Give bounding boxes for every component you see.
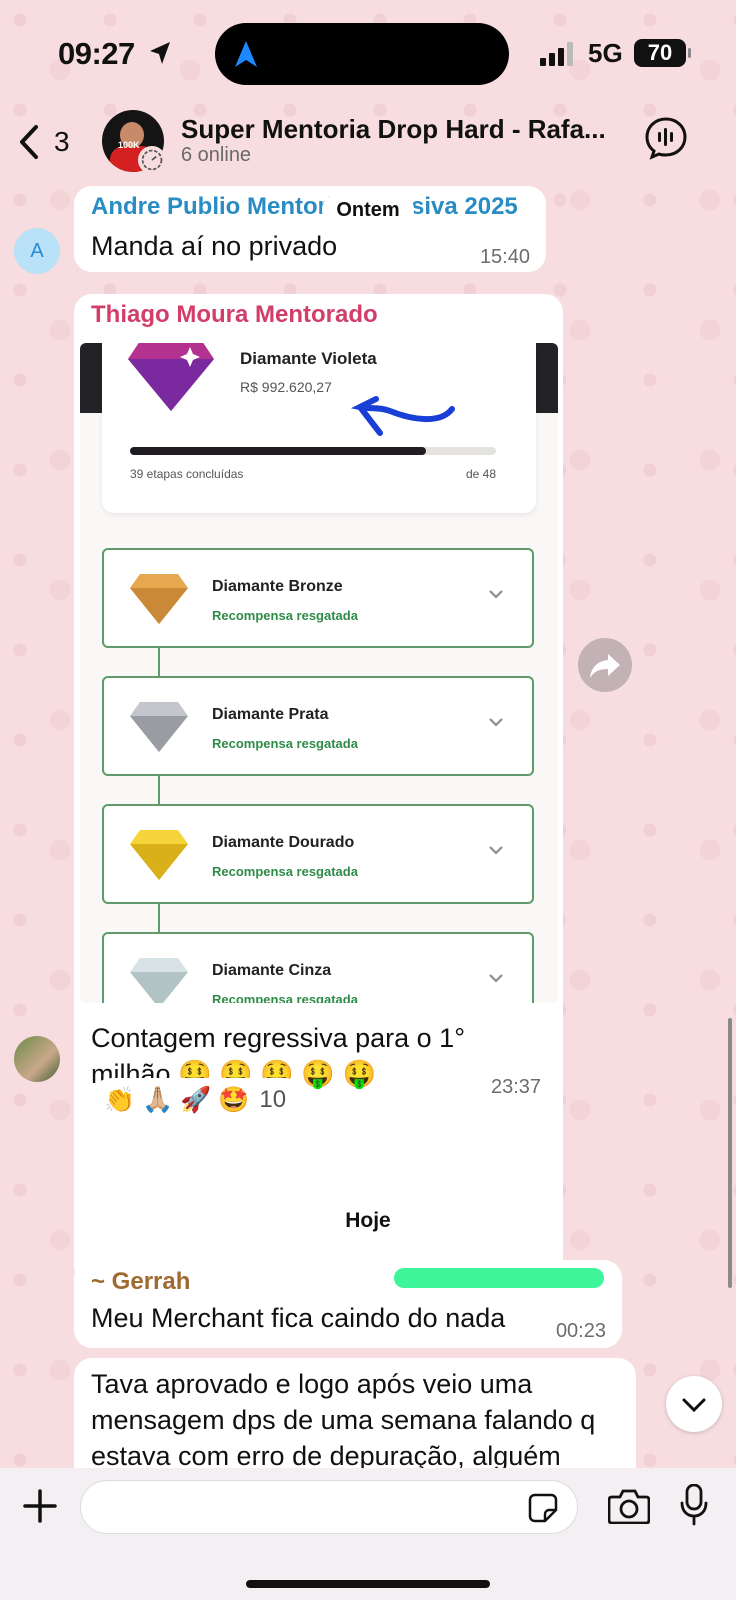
diamond-icon <box>130 830 188 880</box>
steps-completed: 39 etapas concluídas <box>130 467 244 481</box>
tier-status: Recompensa resgatada <box>212 608 358 623</box>
progress-fill <box>130 447 427 455</box>
date-separator-hoje: Hoje <box>285 1204 451 1238</box>
chevron-down-icon <box>682 1398 706 1413</box>
chevron-down-icon <box>489 590 503 599</box>
network-type: 5G <box>588 38 623 68</box>
input-bar <box>0 1468 736 1600</box>
message-image[interactable]: Diamante Violeta R$ 992.620,27 39 etapas… <box>80 343 558 1003</box>
tier-name: Diamante Dourado <box>212 834 355 851</box>
diamond-icon <box>130 702 188 752</box>
unread-count: 3 <box>54 126 70 157</box>
hand-drawn-arrow-icon <box>350 396 455 436</box>
message-time: 00:23 <box>555 1320 606 1342</box>
reaction-count: 10 <box>259 1086 287 1113</box>
tier-status: Recompensa resgatada <box>212 864 358 879</box>
tier-status: Recompensa resgatada <box>212 992 358 1003</box>
avatar[interactable]: A <box>14 228 60 274</box>
tier-status: Recompensa resgatada <box>212 736 358 751</box>
online-status: 6 online <box>181 144 252 166</box>
status-bar: 09:27 5G 70 <box>0 0 736 108</box>
dynamic-island <box>215 23 509 85</box>
tier-card-silver: Diamante Prata Recompensa resgatada <box>102 676 534 776</box>
chevron-down-icon <box>489 718 503 727</box>
top-tier-value: R$ 992.620,27 <box>240 379 332 395</box>
tier-card-bronze: Diamante Bronze Recompensa resgatada <box>102 548 534 648</box>
progress-card: Diamante Violeta R$ 992.620,27 39 etapas… <box>102 343 536 513</box>
scroll-to-bottom-button[interactable] <box>666 1376 722 1432</box>
message-sender: Thiago Moura Mentorado <box>91 301 378 328</box>
tier-connector <box>158 776 160 804</box>
tier-card-gray: Diamante Cinza Recompensa resgatada <box>102 932 534 1003</box>
chat-header: 3 100K Super Mentoria Drop Hard - Rafa..… <box>0 108 736 178</box>
message-bubble-gerrah-2[interactable]: Tava aprovado e logo após veio uma mensa… <box>74 1358 636 1468</box>
redacted-phone <box>394 1268 604 1288</box>
progress-track <box>130 447 496 455</box>
avatar[interactable] <box>14 1036 60 1082</box>
diamond-icon <box>130 958 188 1003</box>
signal-icon <box>540 42 573 66</box>
avatar-logo-text: 100K <box>118 140 140 150</box>
message-text-line-3: estava com erro de depuração, alguém <box>91 1441 561 1468</box>
violet-diamond-icon <box>128 343 214 411</box>
message-time: 15:40 <box>479 246 530 268</box>
tier-name: Diamante Bronze <box>212 578 343 595</box>
message-bubble-gerrah[interactable]: ~ Gerrah Meu Merchant fica caindo do nad… <box>74 1260 622 1348</box>
message-input[interactable] <box>80 1480 578 1534</box>
reaction-emojis: 👏 🙏🏼 🚀 🤩 <box>104 1085 250 1114</box>
message-text: Manda aí no privado <box>91 231 338 261</box>
status-time: 09:27 <box>58 36 135 71</box>
forward-button[interactable] <box>578 638 632 692</box>
battery-indicator: 70 <box>634 39 691 67</box>
date-separator-ontem: Ontem <box>322 195 414 225</box>
plus-icon[interactable] <box>22 1488 58 1524</box>
tier-card-gold: Diamante Dourado Recompensa resgatada <box>102 804 534 904</box>
microphone-icon[interactable] <box>680 1484 708 1526</box>
navigation-arrow-icon <box>235 41 257 67</box>
chevron-down-icon <box>489 846 503 855</box>
camera-icon[interactable] <box>608 1488 650 1524</box>
message-text-line-1: Contagem regressiva para o 1° <box>91 1023 465 1053</box>
diamond-icon <box>130 574 188 624</box>
message-text: Meu Merchant fica caindo do nada <box>91 1303 506 1333</box>
message-time: 23:37 <box>491 1076 542 1098</box>
message-sender: Andre Publio Mentoria Intensiva 2025 <box>91 193 518 220</box>
forward-icon <box>590 654 620 678</box>
message-text-line-2: mensagem dps de uma semana falando q <box>91 1405 596 1435</box>
message-sender: ~ Gerrah <box>91 1268 191 1295</box>
location-arrow-icon <box>150 42 170 64</box>
scrollbar[interactable] <box>728 1018 732 1288</box>
tier-connector <box>158 648 160 676</box>
home-indicator <box>246 1580 490 1588</box>
top-tier-name: Diamante Violeta <box>240 349 377 368</box>
message-bubble-andre[interactable]: Andre Publio Mentoria Intensiva 2025 Man… <box>74 186 546 272</box>
tier-name: Diamante Prata <box>212 706 329 723</box>
tier-connector <box>158 904 160 932</box>
message-text-line-1: Tava aprovado e logo após veio uma <box>91 1369 533 1399</box>
voice-chat-icon[interactable] <box>644 116 688 160</box>
disappearing-timer-icon <box>138 146 166 174</box>
chevron-down-icon <box>489 974 503 983</box>
back-button[interactable]: 3 <box>18 120 88 164</box>
steps-total: de 48 <box>465 467 496 481</box>
group-title[interactable]: Super Mentoria Drop Hard - Rafa... <box>181 114 621 145</box>
chevron-left-icon <box>20 125 38 159</box>
sticker-icon[interactable] <box>527 1492 559 1524</box>
chat-messages: A Andre Publio Mentoria Intensiva 2025 M… <box>0 178 736 1468</box>
tier-name: Diamante Cinza <box>212 962 332 979</box>
message-reactions[interactable]: 👏 🙏🏼 🚀 🤩 10 <box>90 1078 306 1122</box>
